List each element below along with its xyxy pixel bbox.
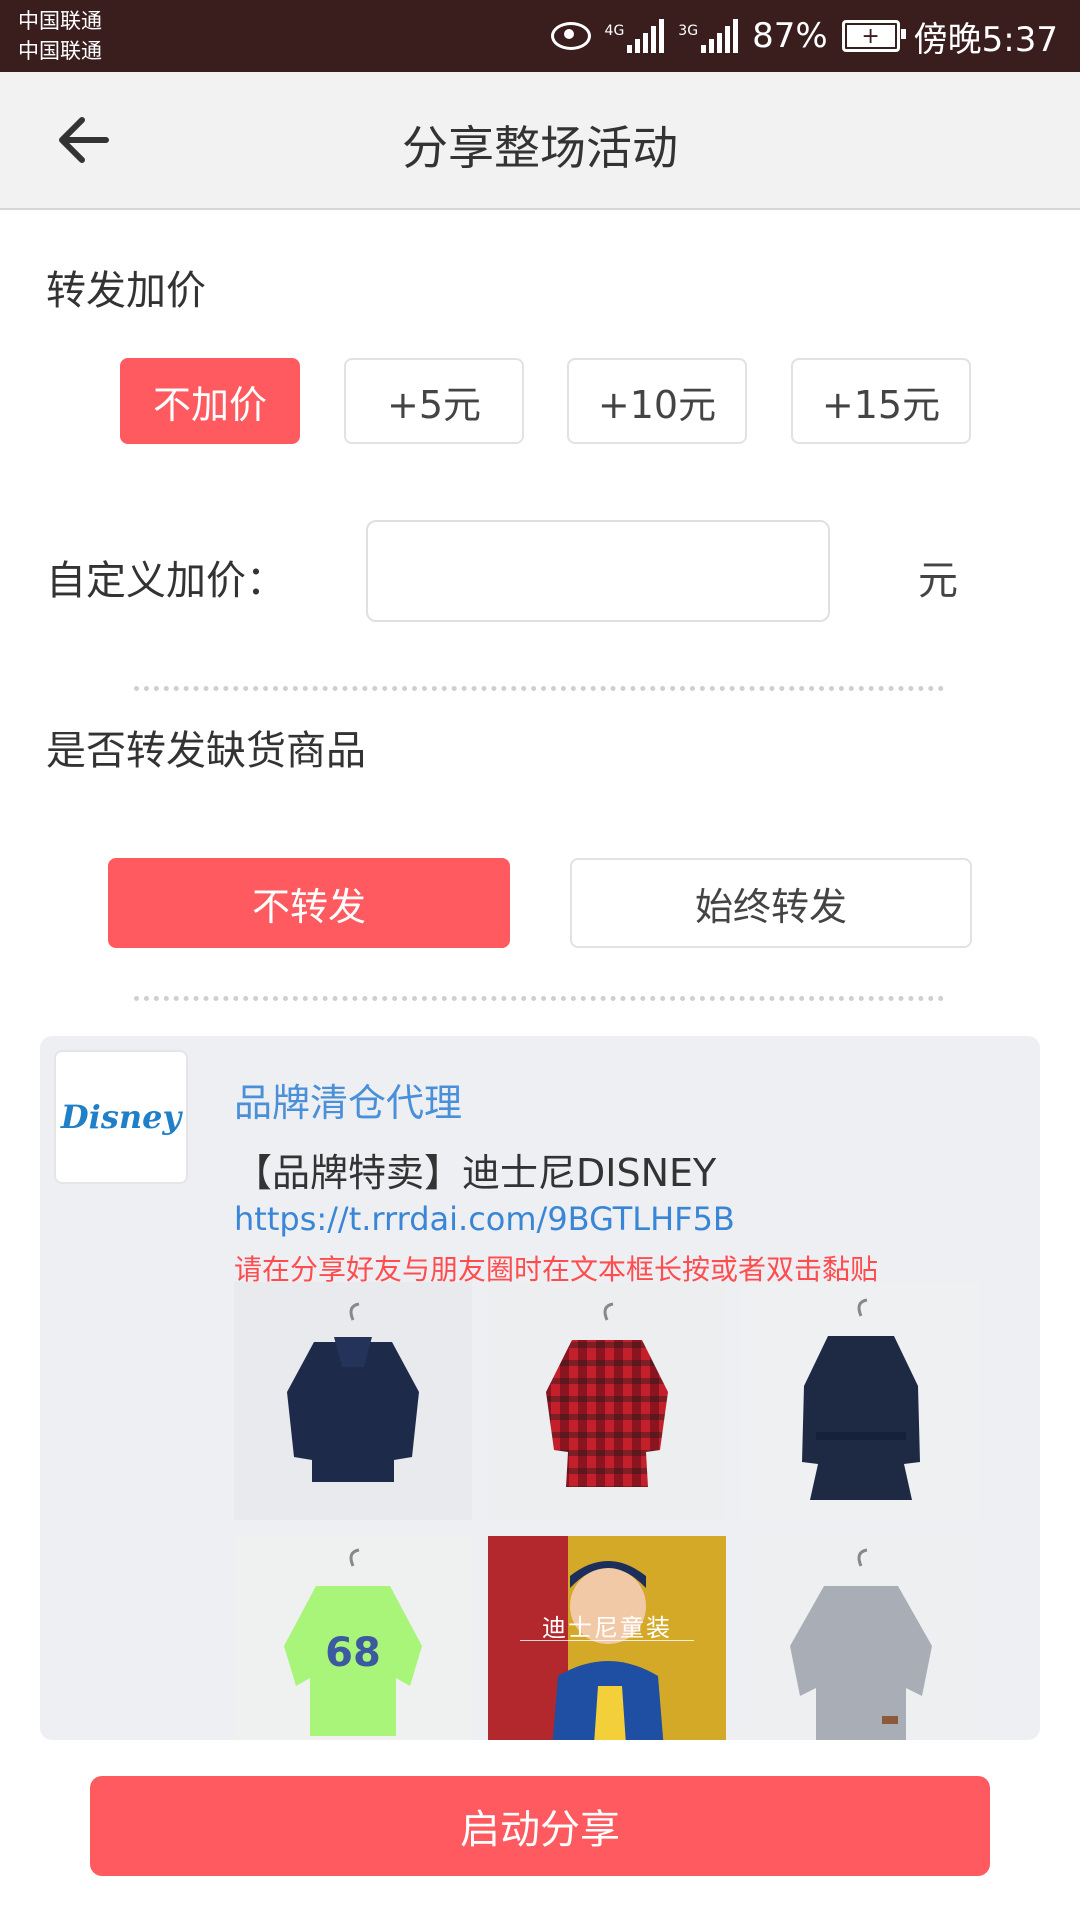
net-2-label: 3G bbox=[678, 23, 699, 39]
thumb-disney-kids-banner[interactable]: 迪士尼童装 bbox=[488, 1536, 726, 1740]
battery-charging-icon: + bbox=[841, 20, 906, 52]
sweater-image bbox=[790, 1548, 932, 1740]
page-title: 分享整场活动 bbox=[402, 121, 678, 175]
disney-logo-text: Disney bbox=[60, 1098, 182, 1136]
svg-text:68: 68 bbox=[325, 1630, 381, 1676]
signal-3g-icon: 3G bbox=[678, 19, 739, 53]
thumb-grey-sweater[interactable] bbox=[742, 1536, 980, 1740]
eye-comfort-icon bbox=[550, 22, 591, 50]
markup-option-15[interactable]: +15元 bbox=[791, 358, 971, 444]
thumb-red-plaid-coat[interactable] bbox=[488, 1282, 726, 1520]
custom-markup-label: 自定义加价： bbox=[46, 558, 286, 604]
preview-title: 品牌清仓代理 bbox=[234, 1081, 463, 1125]
option-always-forward[interactable]: 始终转发 bbox=[570, 858, 972, 948]
banner-rule bbox=[520, 1640, 694, 1641]
divider bbox=[134, 686, 944, 691]
share-preview-card: Disney 品牌清仓代理 【品牌特卖】迪士尼DISNEY https://t.… bbox=[40, 1036, 1040, 1740]
start-share-button[interactable]: 启动分享 bbox=[90, 1776, 990, 1876]
custom-markup-input[interactable] bbox=[366, 520, 830, 622]
clock: 傍晚5:37 bbox=[913, 19, 1058, 60]
brand-logo: Disney bbox=[54, 1050, 188, 1184]
status-icons: 4G 3G 87% + 傍晚5:37 bbox=[550, 0, 1058, 72]
banner-caption: 迪士尼童装 bbox=[542, 1614, 672, 1642]
preview-link[interactable]: https://t.rrrdai.com/9BGTLHF5B bbox=[234, 1200, 735, 1238]
thumb-navy-trench-coat[interactable] bbox=[742, 1282, 980, 1520]
markup-option-10[interactable]: +10元 bbox=[567, 358, 747, 444]
carrier-1: 中国联通 bbox=[18, 9, 102, 33]
thumb-green-sweatshirt[interactable]: 68 bbox=[234, 1536, 472, 1740]
preview-sale-name: 【品牌特卖】迪士尼DISNEY bbox=[234, 1151, 717, 1195]
markup-option-5[interactable]: +5元 bbox=[344, 358, 524, 444]
signal-4g-icon: 4G bbox=[605, 19, 665, 53]
currency-unit: 元 bbox=[918, 558, 958, 604]
divider bbox=[134, 996, 944, 1001]
trench-coat-image bbox=[802, 1298, 920, 1500]
sweatshirt-image: 68 bbox=[284, 1548, 422, 1736]
battery-percent: 87% bbox=[752, 16, 828, 56]
markup-option-none[interactable]: 不加价 bbox=[120, 358, 300, 444]
status-bar: 中国联通 中国联通 4G 3G 87% + 傍晚5:37 bbox=[0, 0, 1080, 72]
carrier-2: 中国联通 bbox=[18, 39, 102, 63]
thumb-navy-hooded-coat[interactable] bbox=[234, 1282, 472, 1520]
forward-out-of-stock-label: 是否转发缺货商品 bbox=[46, 728, 366, 774]
app-header: 分享整场活动 bbox=[0, 72, 1080, 210]
carrier-info: 中国联通 中国联通 bbox=[18, 6, 102, 66]
markup-label: 转发加价 bbox=[46, 268, 206, 314]
plaid-coat-image bbox=[546, 1302, 668, 1487]
coat-image bbox=[287, 1302, 419, 1482]
net-1-label: 4G bbox=[604, 23, 625, 39]
option-no-forward[interactable]: 不转发 bbox=[108, 858, 510, 948]
